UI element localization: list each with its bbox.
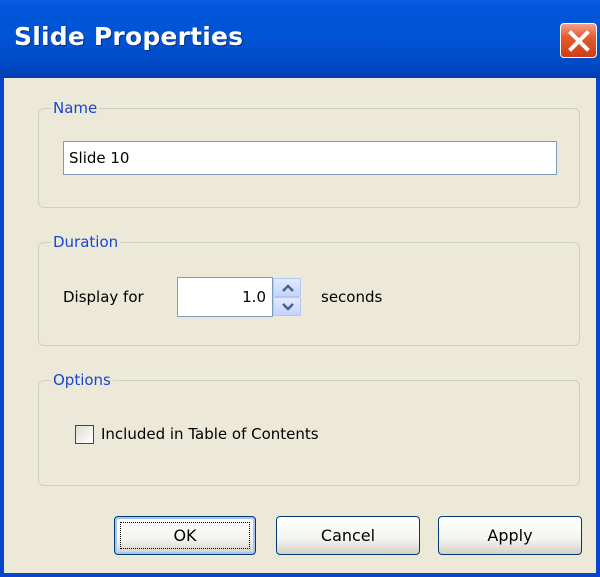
duration-group: Duration Display for seconds: [38, 232, 580, 346]
cancel-button-label: Cancel: [320, 526, 376, 545]
dialog-client-area: Name Duration Display for second: [4, 78, 596, 573]
spin-up-button[interactable]: [273, 278, 301, 297]
dialog-title: Slide Properties: [14, 22, 244, 51]
options-group-legend: Options: [51, 370, 113, 390]
spin-down-button[interactable]: [273, 297, 301, 316]
chevron-down-icon: [282, 303, 294, 311]
window-border-right: [596, 78, 600, 577]
slide-name-input[interactable]: [63, 141, 557, 175]
chevron-up-icon: [282, 284, 294, 292]
apply-button[interactable]: Apply: [438, 516, 582, 555]
focus-rectangle: [120, 522, 250, 549]
slide-properties-dialog: Slide Properties Name Duration Display f…: [0, 0, 600, 577]
duration-spinner[interactable]: [273, 278, 301, 316]
duration-input[interactable]: [177, 277, 273, 317]
name-group: Name: [38, 98, 580, 208]
cancel-button[interactable]: Cancel: [276, 516, 420, 555]
duration-group-legend: Duration: [51, 232, 121, 252]
seconds-label: seconds: [321, 288, 383, 306]
apply-button-label: Apply: [487, 526, 533, 545]
display-for-label: Display for: [63, 288, 144, 306]
name-group-legend: Name: [51, 98, 100, 118]
ok-button[interactable]: OK: [114, 516, 256, 555]
options-group: Options Included in Table of Contents: [38, 370, 580, 486]
toc-checkbox[interactable]: [75, 425, 94, 444]
close-button[interactable]: [560, 23, 597, 58]
window-border-bottom: [0, 573, 600, 577]
toc-checkbox-label[interactable]: Included in Table of Contents: [101, 424, 319, 444]
title-bar[interactable]: Slide Properties: [0, 0, 600, 78]
close-icon: [568, 30, 590, 52]
